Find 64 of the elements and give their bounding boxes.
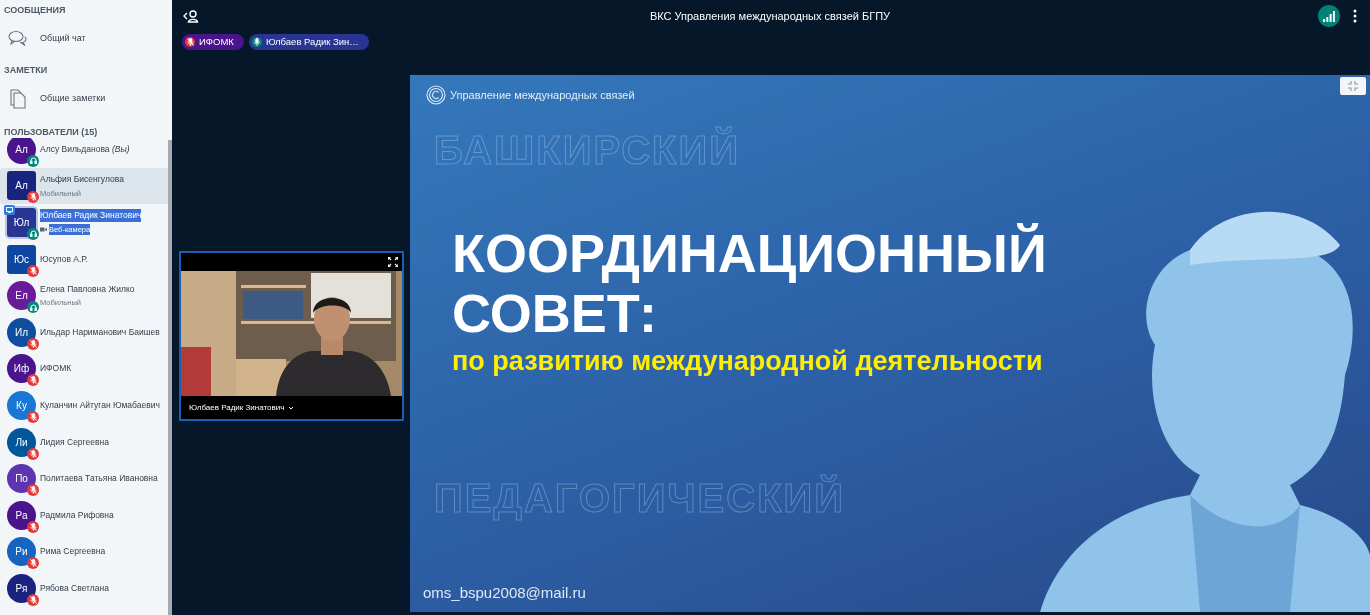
user-list-item[interactable]: Ку Куланчин Айтуган Юмабаевич: [0, 387, 168, 424]
more-icon: [1353, 9, 1357, 23]
webcam-user-name: Юлбаев Радик Зинатович: [189, 401, 285, 414]
user-list-item[interactable]: Ра Радмила Рифовна: [0, 496, 168, 534]
user-name: ИФОМК: [40, 362, 72, 376]
slide-title: СОВЕТ:: [452, 283, 658, 343]
user-list-item[interactable]: Ри Рима Сергеевна: [0, 533, 168, 571]
user-avatar: Ку: [7, 390, 36, 420]
talking-indicator[interactable]: ИФОМК: [182, 34, 244, 50]
toggle-users-button[interactable]: [182, 9, 200, 23]
user-name: Куланчин Айтуган Юмабаевич: [40, 399, 160, 412]
user-name: Рябова Светлана: [40, 582, 109, 595]
user-name: Юлбаев Радик Зинатович: [40, 209, 142, 223]
user-name: Политаева Татьяна Ивановна: [40, 472, 158, 485]
user-list-item[interactable]: Юс Юсупов А.Р.: [0, 240, 168, 278]
user-list-item[interactable]: Ил Ильдар Нариманович Баишев: [0, 313, 168, 351]
user-name: Юсупов А.Р.: [40, 252, 88, 266]
user-avatar: По: [7, 464, 36, 494]
user-avatar: Ил: [7, 317, 36, 347]
slide-title: КООРДИНАЦИОННЫЙ: [452, 223, 1047, 283]
chat-icon: [8, 30, 28, 48]
section-title: ЗАМЕТКИ: [3, 64, 49, 77]
organization-name: Управление международных связей: [450, 87, 635, 103]
camera-icon: [40, 227, 47, 233]
sidebar-item[interactable]: Общие заметки: [0, 78, 172, 120]
user-avatar: Ел: [7, 281, 36, 311]
user-avatar: Юл: [7, 208, 36, 237]
user-list-item[interactable]: Ал Алсу Вильданова (Вы): [0, 138, 168, 168]
user-name: Лидия Сергеевна: [40, 435, 109, 449]
user-name: Альфия Бисенгулова: [40, 172, 124, 186]
sidebar-item[interactable]: Общий чат: [0, 18, 172, 60]
user-name: Радмила Рифовна: [40, 508, 114, 522]
user-avatar: Юс: [7, 244, 36, 274]
caret-icon[interactable]: [288, 405, 295, 410]
back-user-icon: [182, 9, 200, 23]
user-avatar: Ал: [7, 171, 36, 201]
user-name: Рима Сергеевна: [40, 545, 106, 559]
signal-icon: [1323, 10, 1335, 22]
user-list-item[interactable]: По Политаева Татьяна Ивановна: [0, 460, 168, 497]
user-avatar: Иф: [7, 354, 36, 384]
user-list-item[interactable]: Ли Лидия Сергеевна: [0, 423, 168, 461]
section-title: СООБЩЕНИЯ: [3, 4, 67, 17]
user-list-item[interactable]: Иф ИФОМК: [0, 350, 168, 388]
user-list-item[interactable]: Ря Рябова Светлана: [0, 570, 168, 607]
section-title: ПОЛЬЗОВАТЕЛИ (15): [3, 126, 99, 138]
connection-status-button[interactable]: [1318, 5, 1340, 27]
user-name: Елена Павловна Жилко: [40, 282, 135, 296]
user-avatar: Ли: [7, 427, 36, 457]
meeting-title: ВКС Управления международных связей БГПУ: [648, 8, 892, 24]
user-avatar: Ри: [7, 537, 36, 567]
notes-icon: [10, 89, 26, 109]
user-avatar: Ра: [7, 500, 36, 530]
scrollbar[interactable]: [168, 140, 172, 615]
slide-subtitle: по развитию международной деятельности: [452, 345, 1043, 378]
slide-email: oms_bspu2008@mail.ru: [423, 583, 586, 603]
user-name: Алсу Вильданова (Вы): [40, 142, 130, 156]
user-name: Ильдар Нариманович Баишев: [40, 325, 160, 339]
logo-icon: [426, 85, 446, 105]
user-avatar: Ал: [7, 138, 36, 164]
webcam-tile[interactable]: Юлбаев Радик Зинатович: [179, 251, 404, 421]
fullscreen-icon[interactable]: [388, 257, 398, 267]
talking-indicator[interactable]: Юлбаев Радик Зин…: [248, 34, 369, 50]
user-avatar: Ря: [7, 573, 36, 603]
minimize-icon: [1348, 81, 1358, 91]
